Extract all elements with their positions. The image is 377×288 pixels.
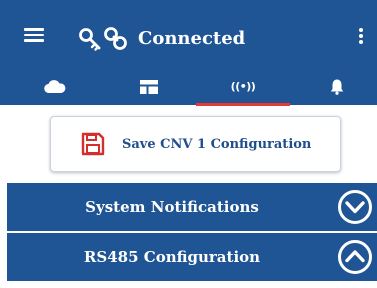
bell-icon bbox=[330, 79, 344, 95]
section-rs485-configuration[interactable]: RS485 Configuration bbox=[7, 233, 377, 281]
connection-status-title: Connected bbox=[138, 28, 246, 49]
more-vert-icon[interactable] bbox=[358, 28, 364, 46]
app-bar: Connected bbox=[0, 0, 377, 68]
section-title: RS485 Configuration bbox=[83, 248, 261, 266]
section-title: System Notifications bbox=[85, 198, 259, 216]
cloud-icon bbox=[44, 79, 66, 93]
hamburger-menu-icon[interactable] bbox=[24, 28, 44, 42]
tab-bar: ((•)) bbox=[0, 68, 377, 106]
wireless-signal-icon: ((•)) bbox=[230, 80, 256, 93]
selected-tab-indicator bbox=[196, 103, 290, 106]
save-button-label: Save CNV 1 Configuration bbox=[122, 137, 312, 152]
section-system-notifications[interactable]: System Notifications bbox=[7, 183, 377, 231]
save-configuration-button[interactable]: Save CNV 1 Configuration bbox=[50, 116, 341, 172]
tab-dashboard[interactable] bbox=[102, 68, 196, 105]
tab-wireless[interactable]: ((•)) bbox=[196, 68, 290, 105]
chevron-up-circle-icon[interactable] bbox=[337, 239, 373, 275]
floppy-disk-icon bbox=[81, 132, 105, 156]
key-link-icon bbox=[79, 27, 127, 51]
chevron-down-circle-icon[interactable] bbox=[337, 189, 373, 225]
dashboard-icon bbox=[140, 79, 158, 94]
tab-notifications[interactable] bbox=[290, 68, 377, 105]
tab-cloud[interactable] bbox=[8, 68, 102, 105]
